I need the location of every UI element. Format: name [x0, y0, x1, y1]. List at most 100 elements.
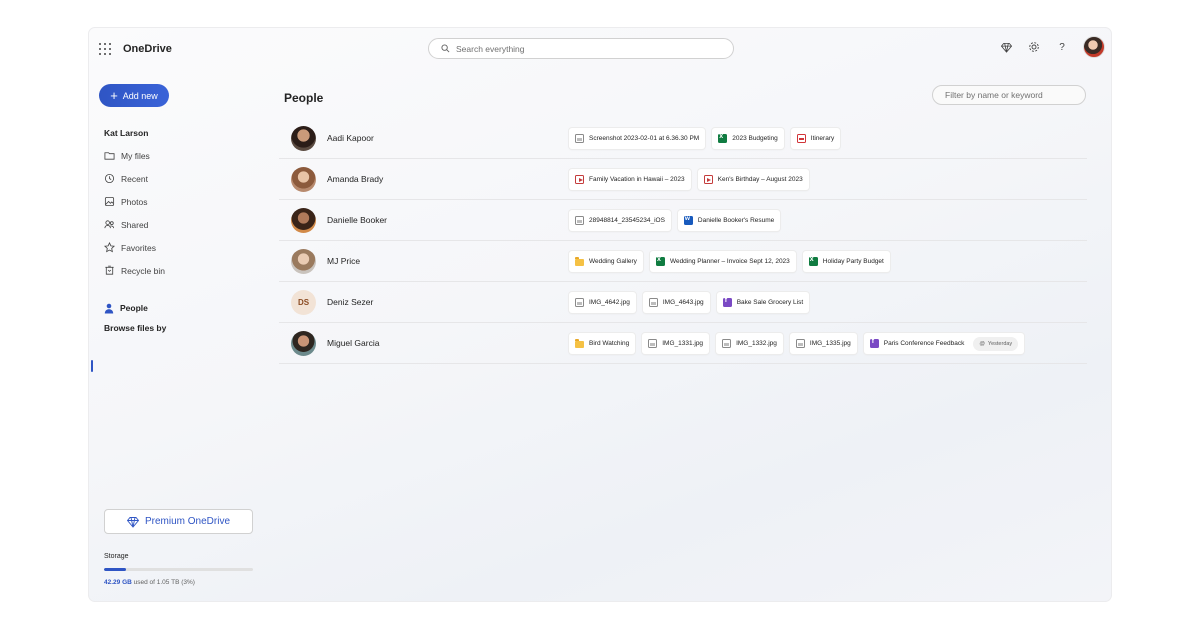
premium-diamond-icon[interactable]: [999, 40, 1013, 54]
file-chip[interactable]: IMG_1331.jpg: [642, 333, 710, 354]
file-chip[interactable]: Paris Conference Feedback @Yesterday: [863, 333, 1025, 354]
person-initials-avatar[interactable]: DS: [291, 290, 316, 315]
search-icon: [441, 44, 450, 53]
person-avatar[interactable]: [291, 331, 316, 356]
person-avatar[interactable]: [291, 208, 316, 233]
file-chip[interactable]: Family Vacation in Hawaii – 2023: [569, 169, 691, 190]
person-row[interactable]: Amanda Brady Family Vacation in Hawaii – …: [279, 159, 1087, 200]
person-name[interactable]: Deniz Sezer: [327, 297, 373, 307]
person-name[interactable]: Aadi Kapoor: [327, 133, 374, 143]
file-name: 28948814_23545234_iOS: [589, 217, 665, 224]
sidebar-item-label: Recycle bin: [121, 265, 165, 276]
storage-progress-fill: [104, 568, 127, 571]
file-chip[interactable]: Screenshot 2023-02-01 at 6.36.30 PM: [569, 128, 706, 149]
recent-icon: [104, 173, 115, 184]
filter-input[interactable]: [945, 90, 1081, 100]
sidebar-item-label: Shared: [121, 219, 149, 230]
image-file-icon: [648, 298, 658, 307]
excel-file-icon: [718, 133, 728, 143]
top-right-icons: ?: [999, 36, 1105, 58]
file-name: IMG_1335.jpg: [809, 340, 851, 347]
file-chip[interactable]: Holiday Party Budget: [802, 251, 890, 272]
file-chip[interactable]: Bake Sale Grocery List: [716, 292, 810, 313]
file-chip[interactable]: Bird Watching: [569, 333, 636, 354]
person-row[interactable]: DS Deniz Sezer IMG_4642.jpg IMG_4643.jpg Bak…: [279, 282, 1087, 323]
word-file-icon: [683, 215, 693, 225]
sidebar-item-my-files[interactable]: My files: [104, 144, 254, 167]
page-title: People: [284, 91, 324, 105]
person-row[interactable]: Miguel Garcia Bird Watching IMG_1331.jpg IM…: [279, 323, 1087, 364]
shared-files-list: Bird Watching IMG_1331.jpg IMG_1332.jpg IMG…: [569, 333, 1025, 354]
file-chip[interactable]: IMG_1335.jpg: [789, 333, 857, 354]
file-chip[interactable]: Danielle Booker's Resume: [677, 210, 781, 231]
file-name: Wedding Planner – Invoice Sept 12, 2023: [669, 258, 790, 265]
person-avatar[interactable]: [291, 126, 316, 151]
person-row[interactable]: Aadi Kapoor Screenshot 2023-02-01 at 6.36…: [279, 118, 1087, 159]
add-new-button[interactable]: + Add new: [99, 84, 169, 107]
sidebar-item-recycle-bin[interactable]: Recycle bin: [104, 259, 254, 282]
file-name: IMG_4642.jpg: [589, 299, 630, 306]
sidebar: + Add new Kat Larson My files Recent Pho…: [89, 70, 269, 601]
mention-icon: @: [979, 340, 985, 347]
add-new-label: Add new: [122, 90, 158, 101]
storage-usage-text[interactable]: 42.29 GB used of 1.05 TB (3%): [104, 579, 195, 586]
premium-label: Premium OneDrive: [144, 516, 231, 527]
storage-total-text: used of 1.05 TB (3%): [131, 579, 195, 586]
photos-icon: [104, 196, 115, 207]
filter-box[interactable]: [932, 85, 1086, 105]
person-row[interactable]: Danielle Booker 28948814_23545234_iOS Dani…: [279, 200, 1087, 241]
search-box[interactable]: [428, 38, 734, 59]
person-name[interactable]: Amanda Brady: [327, 174, 383, 184]
image-file-icon: [575, 298, 584, 307]
file-name: Danielle Booker's Resume: [697, 217, 775, 224]
person-name[interactable]: Miguel Garcia: [327, 338, 379, 348]
file-name: Screenshot 2023-02-01 at 6.36.30 PM: [589, 135, 700, 142]
storage-label: Storage: [104, 553, 129, 560]
person-name[interactable]: Danielle Booker: [327, 215, 387, 225]
file-chip[interactable]: IMG_4643.jpg: [642, 292, 710, 313]
shared-files-list: IMG_4642.jpg IMG_4643.jpg Bake Sale Grocer…: [569, 292, 810, 313]
file-chip[interactable]: Wedding Gallery: [569, 251, 643, 272]
sidebar-item-people[interactable]: People: [104, 299, 148, 317]
app-launcher-icon[interactable]: [99, 43, 111, 55]
image-file-icon: [795, 339, 805, 348]
shared-files-list: Family Vacation in Hawaii – 2023 Ken's Bi…: [569, 169, 809, 190]
settings-gear-icon[interactable]: [1027, 40, 1041, 54]
file-chip[interactable]: 2023 Budgeting: [712, 128, 784, 149]
user-name: Kat Larson: [104, 128, 149, 138]
sidebar-item-label: Recent: [121, 173, 148, 184]
app-title[interactable]: OneDrive: [123, 43, 172, 55]
person-avatar[interactable]: [291, 167, 316, 192]
sidebar-item-label: People: [120, 303, 148, 313]
sidebar-item-label: Photos: [121, 196, 148, 207]
file-name: IMG_1331.jpg: [662, 340, 704, 347]
form-file-icon: [869, 338, 879, 348]
file-chip[interactable]: IMG_4642.jpg: [569, 292, 636, 313]
sidebar-item-label: Favorites: [121, 242, 156, 253]
pdf-file-icon: [796, 134, 806, 143]
person-name[interactable]: MJ Price: [327, 256, 360, 266]
file-name: 2023 Budgeting: [732, 135, 778, 142]
person-row[interactable]: MJ Price Wedding Gallery Wedding Planner –…: [279, 241, 1087, 282]
sidebar-item-recent[interactable]: Recent: [104, 167, 254, 190]
search-input[interactable]: [456, 43, 696, 54]
shared-icon: [104, 220, 115, 229]
premium-onedrive-button[interactable]: Premium OneDrive: [104, 509, 253, 534]
form-file-icon: [722, 297, 732, 307]
file-chip[interactable]: Ken's Birthday – August 2023: [697, 169, 809, 190]
sidebar-item-shared[interactable]: Shared: [104, 213, 254, 236]
sidebar-item-favorites[interactable]: Favorites: [104, 236, 254, 259]
file-chip[interactable]: IMG_1332.jpg: [716, 333, 783, 354]
file-name: Holiday Party Budget: [822, 258, 884, 265]
file-name: Bird Watching: [589, 340, 630, 347]
top-bar: OneDrive ?: [89, 28, 1111, 70]
folder-file-icon: [575, 256, 584, 266]
file-chip[interactable]: Wedding Planner – Invoice Sept 12, 2023: [649, 251, 796, 272]
account-avatar[interactable]: [1083, 36, 1105, 58]
sidebar-item-photos[interactable]: Photos: [104, 190, 254, 213]
file-chip[interactable]: Itinerary: [790, 128, 841, 149]
file-chip[interactable]: 28948814_23545234_iOS: [569, 210, 671, 231]
help-icon[interactable]: ?: [1055, 40, 1069, 54]
image-file-icon: [722, 339, 732, 348]
person-avatar[interactable]: [291, 249, 316, 274]
